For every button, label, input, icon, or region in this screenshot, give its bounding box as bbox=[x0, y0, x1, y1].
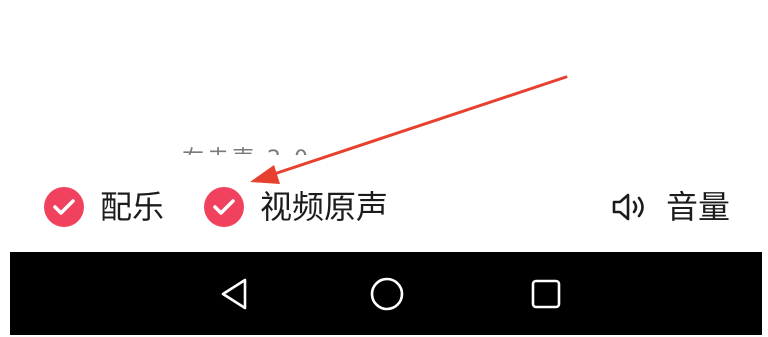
check-icon bbox=[204, 187, 244, 227]
recents-square-icon[interactable] bbox=[524, 272, 568, 316]
back-triangle-icon[interactable] bbox=[212, 272, 256, 316]
check-icon bbox=[44, 187, 84, 227]
navigation-bar bbox=[10, 252, 762, 335]
speaker-icon bbox=[610, 191, 654, 223]
original-sound-checkbox[interactable]: 视频原声 bbox=[204, 182, 388, 232]
original-sound-label: 视频原声 bbox=[260, 188, 389, 226]
audio-options-row: 配乐 视频原声 音量 bbox=[0, 182, 768, 232]
music-label: 配乐 bbox=[100, 188, 165, 226]
home-circle-icon[interactable] bbox=[365, 272, 409, 316]
partially-visible-text: 右击声 2.0 bbox=[182, 138, 357, 155]
volume-label: 音量 bbox=[666, 188, 731, 226]
volume-button[interactable]: 音量 bbox=[610, 182, 730, 232]
music-checkbox[interactable]: 配乐 bbox=[44, 182, 164, 232]
